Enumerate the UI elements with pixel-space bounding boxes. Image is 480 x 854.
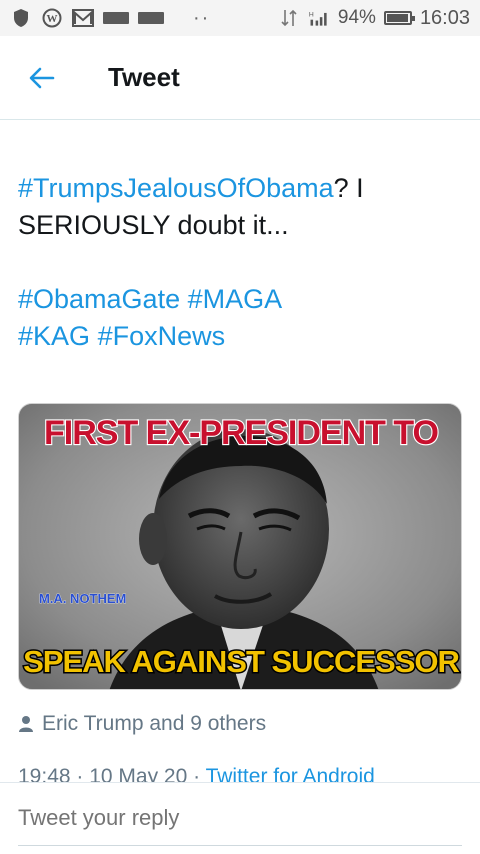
clock: 16:03 xyxy=(419,6,470,29)
tweet-date: 10 May 20 xyxy=(89,765,188,782)
data-transfer-icon xyxy=(278,8,300,28)
battery-percent: 94% xyxy=(337,7,376,28)
reply-bar xyxy=(0,782,480,854)
portrait-ear xyxy=(139,513,167,565)
app-header: Tweet xyxy=(0,36,480,120)
tweet-line: SERIOUSLY doubt it... xyxy=(18,210,289,240)
arrow-left-icon xyxy=(29,67,55,88)
reply-input[interactable] xyxy=(18,805,458,831)
back-button[interactable] xyxy=(0,36,84,120)
battery-level xyxy=(386,14,408,22)
tweet-line: #ObamaGate #MAGA xyxy=(18,281,458,318)
tweet-text: #TrumpsJealousOfObama? I SERIOUSLY doubt… xyxy=(18,170,458,355)
notification-icon xyxy=(103,12,129,24)
page-title: Tweet xyxy=(108,62,180,92)
tweet-line: #KAG #FoxNews xyxy=(18,318,458,355)
more-notifications-icon: ·· xyxy=(193,6,211,29)
reply-underline xyxy=(18,845,462,846)
shield-icon xyxy=(10,8,32,28)
mail-icon xyxy=(72,8,94,28)
signal-icon: H xyxy=(308,8,330,28)
tweet-line: #TrumpsJealousOfObama? I xyxy=(18,170,458,207)
tweet-source-link[interactable]: Twitter for Android xyxy=(206,765,375,782)
tweet-image[interactable]: FIRST EX-PRESIDENT TO M.A. NOTHEM SPEAK … xyxy=(18,403,462,690)
status-bar: W ·· H 94% 16:03 xyxy=(0,0,480,36)
battery-icon xyxy=(383,11,415,25)
tweet-meta: 19:48 · 10 May 20 · Twitter for Android xyxy=(18,764,375,782)
meme-top-text: FIRST EX-PRESIDENT TO xyxy=(44,414,439,452)
liked-by-row[interactable]: Eric Trump and 9 others xyxy=(18,712,266,736)
separator: · xyxy=(187,765,206,782)
person-icon xyxy=(19,716,33,732)
hashtag-link[interactable]: #MAGA xyxy=(188,284,283,314)
svg-text:W: W xyxy=(47,13,58,25)
liked-by-text: Eric Trump and 9 others xyxy=(42,712,267,735)
hashtag-link[interactable]: #TrumpsJealousOfObama xyxy=(18,173,334,203)
hashtag-link[interactable]: #ObamaGate xyxy=(18,284,180,314)
separator: · xyxy=(70,765,90,782)
tweet-time: 19:48 xyxy=(18,765,71,782)
hashtag-link[interactable]: #FoxNews xyxy=(98,321,226,351)
notification-icon xyxy=(138,12,164,24)
wordpress-icon: W xyxy=(41,8,63,28)
network-type-label: H xyxy=(309,11,314,18)
image-credit: M.A. NOTHEM xyxy=(39,591,126,606)
meme-bottom-text: SPEAK AGAINST SUCCESSOR xyxy=(23,644,459,679)
hashtag-link[interactable]: #KAG xyxy=(18,321,90,351)
tweet-text-fragment: ? I xyxy=(333,173,364,203)
